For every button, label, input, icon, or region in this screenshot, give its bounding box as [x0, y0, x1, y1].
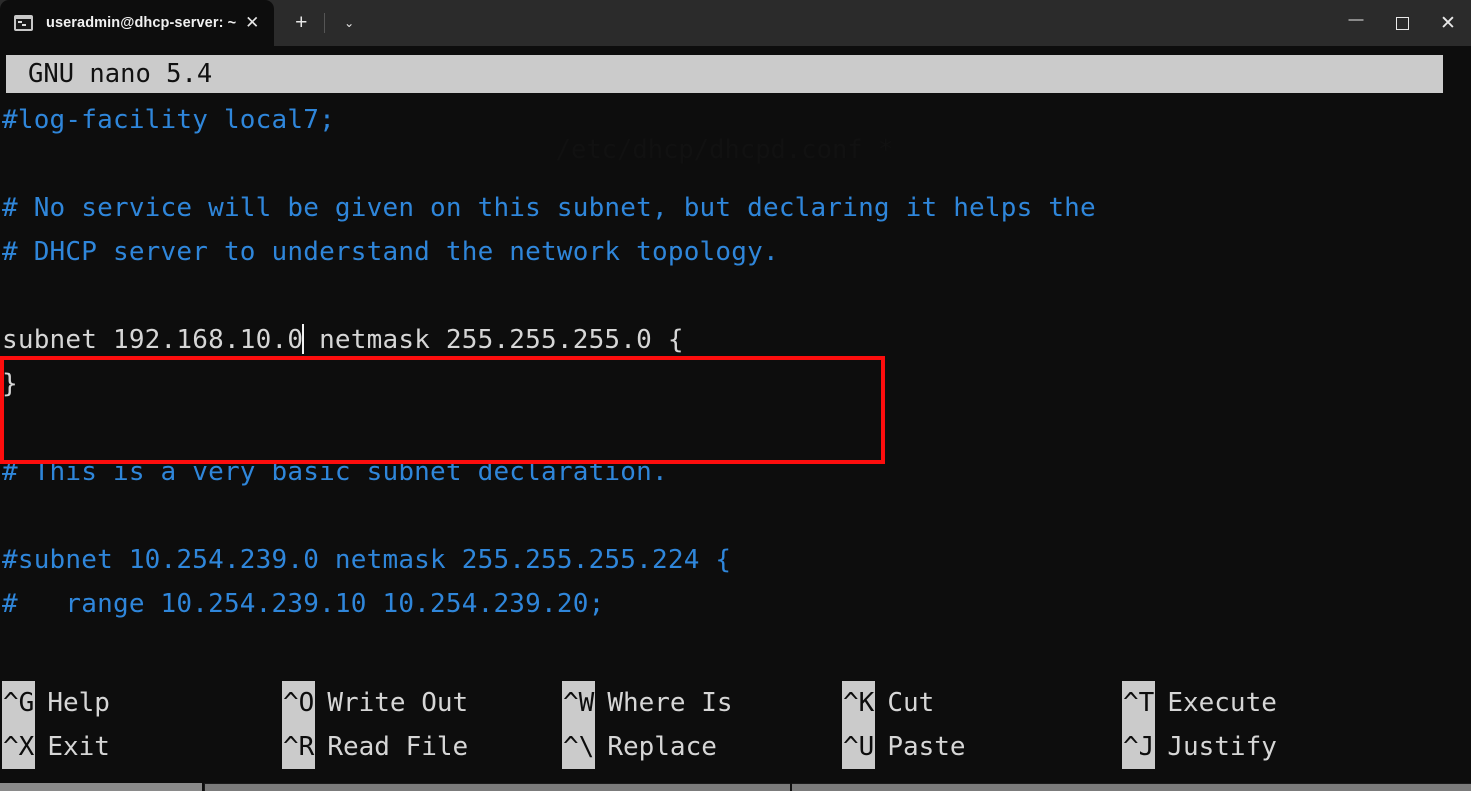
editor-line[interactable]: #log-facility local7; — [0, 98, 1471, 142]
shortcut-cut[interactable]: ^K Cut — [842, 681, 1122, 725]
shortcut-key: ^J — [1122, 725, 1156, 769]
editor-line-text: # DHCP server to understand the network … — [2, 237, 779, 267]
shortcut-label: Paste — [887, 732, 966, 762]
editor-line-text: subnet 192.168.10.0 — [2, 325, 304, 355]
shortcut-justify[interactable]: ^J Justify — [1122, 725, 1422, 769]
nano-text-area[interactable]: #log-facility local7; # No service will b… — [0, 98, 1471, 626]
shortcut-key: ^T — [1122, 681, 1156, 725]
shortcut-key: ^R — [282, 725, 316, 769]
terminal-viewport[interactable]: GNU nano 5.4 /etc/dhcp/dhcpd.conf * #log… — [0, 46, 1471, 791]
editor-line[interactable]: #subnet 10.254.239.0 netmask 255.255.255… — [0, 538, 1471, 582]
editor-line[interactable]: # DHCP server to understand the network … — [0, 230, 1471, 274]
scrollbar-notch — [790, 783, 792, 791]
window-controls: — ✕ — [1333, 0, 1471, 46]
shortcut-execute[interactable]: ^T Execute — [1122, 681, 1422, 725]
shortcut-read-file[interactable]: ^R Read File — [282, 725, 562, 769]
shortcut-replace[interactable]: ^\ Replace — [562, 725, 842, 769]
shortcut-label: Execute — [1167, 688, 1277, 718]
editor-line-text: #subnet 10.254.239.0 netmask 255.255.255… — [2, 545, 732, 575]
editor-blank-line[interactable] — [0, 274, 1471, 318]
editor-blank-line[interactable] — [0, 494, 1471, 538]
close-tab-icon[interactable]: ✕ — [236, 8, 268, 38]
shortcut-key: ^X — [2, 725, 36, 769]
tab-divider — [324, 13, 326, 33]
editor-line-text: # No service will be given on this subne… — [2, 193, 1096, 223]
shortcut-where-is[interactable]: ^W Where Is — [562, 681, 842, 725]
nano-shortcut-bar: ^G Help ^O Write Out ^W Where Is ^K Cut ^T Execut… — [0, 681, 1471, 769]
shortcut-row-2: ^X Exit ^R Read File ^\ Replace ^U Paste ^J Justi… — [0, 725, 1471, 769]
shortcut-label: Where Is — [607, 688, 733, 718]
editor-line[interactable]: # This is a very basic subnet declaratio… — [0, 450, 1471, 494]
shortcut-paste[interactable]: ^U Paste — [842, 725, 1122, 769]
editor-line-text: netmask 255.255.255.0 { — [303, 325, 684, 355]
new-tab-button[interactable]: + — [284, 6, 318, 40]
shortcut-exit[interactable]: ^X Exit — [0, 725, 282, 769]
shortcut-label: Write Out — [327, 688, 469, 718]
shortcut-row-1: ^G Help ^O Write Out ^W Where Is ^K Cut ^T Execut… — [0, 681, 1471, 725]
scrollbar-track[interactable] — [204, 783, 1471, 791]
shortcut-key: ^O — [282, 681, 316, 725]
editor-line[interactable]: subnet 192.168.10.0 netmask 255.255.255.… — [0, 318, 1471, 362]
shortcut-key: ^\ — [562, 725, 596, 769]
editor-line[interactable]: # range 10.254.239.10 10.254.239.20; — [0, 582, 1471, 626]
editor-line-text: # This is a very basic subnet declaratio… — [2, 457, 668, 487]
tab-title: useradmin@dhcp-server: ~ — [46, 15, 237, 31]
editor-line[interactable]: # No service will be given on this subne… — [0, 186, 1471, 230]
editor-line-text: } — [2, 369, 18, 399]
shortcut-label: Help — [47, 688, 110, 718]
maximize-icon — [1395, 16, 1409, 30]
horizontal-scrollbar[interactable] — [0, 778, 1471, 791]
shortcut-help[interactable]: ^G Help — [0, 681, 282, 725]
minimize-button[interactable]: — — [1333, 0, 1379, 50]
shortcut-key: ^U — [842, 725, 876, 769]
editor-blank-line[interactable] — [0, 142, 1471, 186]
nano-title-bar: GNU nano 5.4 /etc/dhcp/dhcpd.conf * — [6, 55, 1443, 165]
shortcut-key: ^K — [842, 681, 876, 725]
window-titlebar: useradmin@dhcp-server: ~ ✕ + ⌄ — ✕ — [0, 0, 1471, 46]
shortcut-key: ^G — [2, 681, 36, 725]
nano-version: GNU nano 5.4 — [28, 59, 213, 89]
editor-line-text: #log-facility local7; — [2, 105, 335, 135]
shortcut-label: Replace — [607, 732, 717, 762]
scrollbar-left-segment — [0, 783, 202, 791]
maximize-button[interactable] — [1379, 0, 1425, 46]
editor-line[interactable]: } — [0, 362, 1471, 406]
editor-line-text: # range 10.254.239.10 10.254.239.20; — [2, 589, 605, 619]
shortcut-label: Exit — [47, 732, 110, 762]
chevron-down-icon[interactable]: ⌄ — [332, 6, 366, 40]
shortcut-key: ^W — [562, 681, 596, 725]
terminal-tab-active[interactable]: useradmin@dhcp-server: ~ ✕ — [0, 0, 275, 46]
shortcut-label: Read File — [327, 732, 469, 762]
shortcut-label: Justify — [1167, 732, 1277, 762]
close-window-button[interactable]: ✕ — [1425, 0, 1471, 46]
shortcut-write-out[interactable]: ^O Write Out — [282, 681, 562, 725]
terminal-icon — [14, 15, 33, 31]
shortcut-label: Cut — [887, 688, 935, 718]
tab-strip: useradmin@dhcp-server: ~ ✕ + ⌄ — [0, 0, 366, 46]
editor-blank-line[interactable] — [0, 406, 1471, 450]
